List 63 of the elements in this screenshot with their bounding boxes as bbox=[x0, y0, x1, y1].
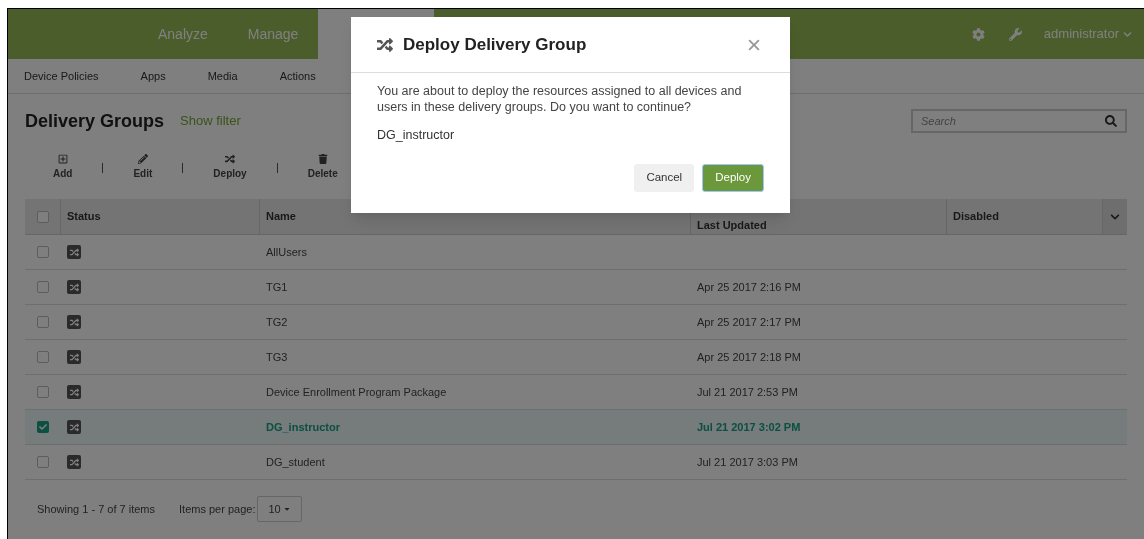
per-page-dropdown[interactable]: 10 bbox=[257, 496, 302, 522]
check-icon bbox=[39, 423, 47, 431]
dialog-title: Deploy Delivery Group bbox=[403, 33, 587, 56]
table-cell: Device Enrollment Program Package bbox=[266, 385, 447, 398]
checkbox[interactable] bbox=[37, 246, 49, 258]
column-header[interactable]: Status bbox=[61, 199, 260, 234]
checkbox[interactable] bbox=[37, 281, 49, 293]
table-row[interactable]: DG_instructor Jul 21 2017 3:02 PM bbox=[25, 410, 1127, 445]
shuffle-icon bbox=[67, 280, 81, 294]
items-per-page-label: Items per page: bbox=[179, 501, 256, 517]
checkbox[interactable] bbox=[37, 351, 49, 363]
table-cell: TG2 bbox=[266, 315, 288, 328]
search-field[interactable]: Search bbox=[911, 109, 1127, 133]
wrench-icon[interactable] bbox=[1008, 27, 1022, 41]
deploy-button[interactable]: Deploy bbox=[702, 163, 764, 192]
checkbox[interactable] bbox=[37, 456, 49, 468]
table-cell: Jul 21 2017 2:53 PM bbox=[697, 385, 798, 398]
search-input[interactable]: Search bbox=[921, 112, 1105, 130]
delete-icon bbox=[317, 154, 328, 164]
toolbar-button[interactable]: Deploy bbox=[213, 154, 247, 181]
checkbox[interactable] bbox=[37, 316, 49, 328]
table-cell: Apr 25 2017 2:17 PM bbox=[697, 315, 801, 328]
page-title: Delivery Groups bbox=[25, 109, 165, 133]
checkbox[interactable] bbox=[36, 210, 49, 223]
edit-icon bbox=[137, 154, 148, 164]
shuffle-icon bbox=[67, 420, 81, 434]
toolbar-button[interactable]: Add bbox=[53, 154, 73, 181]
shuffle-icon bbox=[67, 350, 81, 364]
shuffle-icon bbox=[67, 245, 81, 259]
checkbox[interactable] bbox=[37, 421, 49, 433]
shuffle-icon bbox=[67, 315, 81, 329]
search-icon[interactable] bbox=[1105, 115, 1117, 127]
sub-nav-item[interactable]: Apps bbox=[140, 67, 166, 85]
add-icon bbox=[57, 154, 68, 164]
chevron-down-icon bbox=[1110, 211, 1120, 222]
table-cell: Jul 21 2017 3:02 PM bbox=[697, 420, 801, 433]
table-cell: Apr 25 2017 2:18 PM bbox=[697, 350, 801, 363]
dialog-message: You are about to deploy the resources assigned to all devices and users in these delivery groups. Do you want to continue? bbox=[377, 83, 743, 115]
chevron-down-icon bbox=[1123, 29, 1132, 39]
table-cell: TG1 bbox=[266, 280, 288, 293]
caret-icon bbox=[282, 505, 291, 513]
cancel-button[interactable]: Cancel bbox=[634, 163, 695, 192]
pagination-summary: Showing 1 - 7 of 7 items bbox=[37, 501, 155, 517]
dialog-item-name: DG_instructor bbox=[377, 127, 456, 144]
shuffle-icon bbox=[67, 455, 81, 469]
column-menu[interactable] bbox=[1103, 199, 1127, 234]
table-cell: TG3 bbox=[266, 350, 288, 363]
toolbar-button[interactable]: Delete bbox=[307, 154, 338, 181]
sub-nav-item[interactable]: Actions bbox=[279, 67, 316, 85]
table-cell: AllUsers bbox=[266, 245, 307, 258]
checkbox[interactable] bbox=[37, 386, 49, 398]
sub-nav-item[interactable]: Device Policies bbox=[24, 67, 99, 85]
deploy-icon bbox=[225, 154, 235, 164]
show-filter-link[interactable]: Show filter bbox=[180, 111, 241, 131]
table-cell: DG_instructor bbox=[266, 420, 340, 433]
toolbar-button[interactable]: Edit bbox=[133, 154, 153, 181]
shuffle-icon bbox=[67, 385, 81, 399]
table-cell: Jul 21 2017 3:03 PM bbox=[697, 455, 798, 468]
settings-icon[interactable] bbox=[971, 27, 985, 41]
table-cell: DG_student bbox=[266, 455, 325, 468]
table-cell: Apr 25 2017 2:16 PM bbox=[697, 280, 801, 293]
sub-nav-item[interactable]: Media bbox=[207, 67, 238, 85]
shuffle-icon bbox=[377, 36, 393, 53]
